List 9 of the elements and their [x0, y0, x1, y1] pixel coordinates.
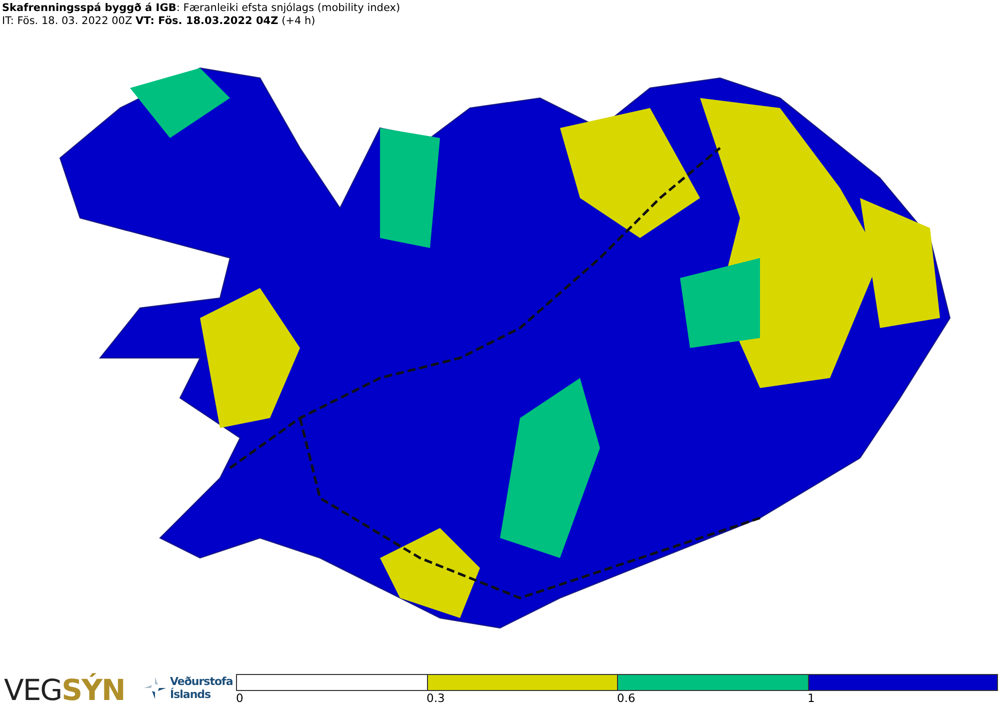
map-title: Skafrenningsspá byggð á IGB: Færanleiki efsta snjólags (mobility index)	[2, 2, 402, 15]
compass-arrows-icon	[142, 675, 168, 701]
scale-label: 0.6	[617, 691, 636, 705]
vedurstofa-logo: Veðurstofa Íslands	[170, 675, 234, 701]
forecast-time: IT: Fös. 18. 03. 2022 00Z VT: Fös. 18.03.2022 04Z (+4 h)	[2, 15, 316, 28]
scale-label: 0	[236, 691, 244, 705]
scale-label: 0.3	[426, 691, 445, 705]
vegsyn-logo: VEGSÝN	[4, 673, 126, 707]
scale-label: 1	[808, 691, 815, 705]
